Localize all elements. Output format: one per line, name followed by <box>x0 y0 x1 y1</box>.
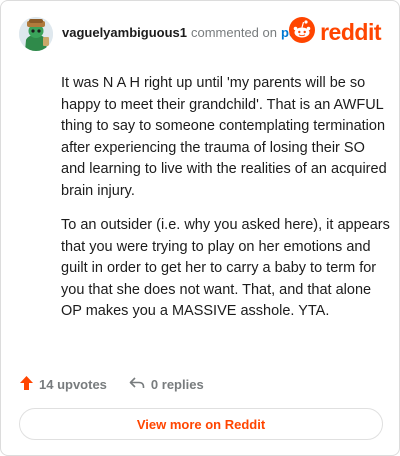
replies-count: 0 replies <box>150 376 204 392</box>
reddit-snoo-icon <box>289 16 316 48</box>
comment-header: vaguelyambiguous1 commented on post redd… <box>19 16 381 51</box>
avatar-image <box>19 17 53 51</box>
reddit-brand[interactable]: reddit <box>289 16 381 48</box>
upvote-arrow-icon <box>19 375 34 394</box>
comment-meta: vaguelyambiguous1 commented on post <box>62 25 308 40</box>
view-more-on-reddit-button[interactable]: View more on Reddit <box>19 408 383 440</box>
comment-paragraph: To an outsider (i.e. why you asked here)… <box>61 217 390 319</box>
comment-body: It was N A H right up until 'my parents … <box>61 73 391 336</box>
commented-on-text: commented on <box>190 25 277 40</box>
reply-arrow-icon <box>129 376 145 393</box>
upvote-button[interactable]: 14 upvotes <box>19 375 107 394</box>
reddit-wordmark: reddit <box>320 18 381 45</box>
replies-button[interactable]: 0 replies <box>129 376 204 393</box>
comment-embed-card: vaguelyambiguous1 commented on post redd… <box>0 0 400 456</box>
avatar[interactable] <box>19 17 53 51</box>
comment-actions: 14 upvotes 0 replies <box>19 373 204 395</box>
comment-paragraph: It was N A H right up until 'my parents … <box>61 75 387 199</box>
upvote-count: 14 upvotes <box>39 376 107 392</box>
username[interactable]: vaguelyambiguous1 <box>62 25 187 40</box>
